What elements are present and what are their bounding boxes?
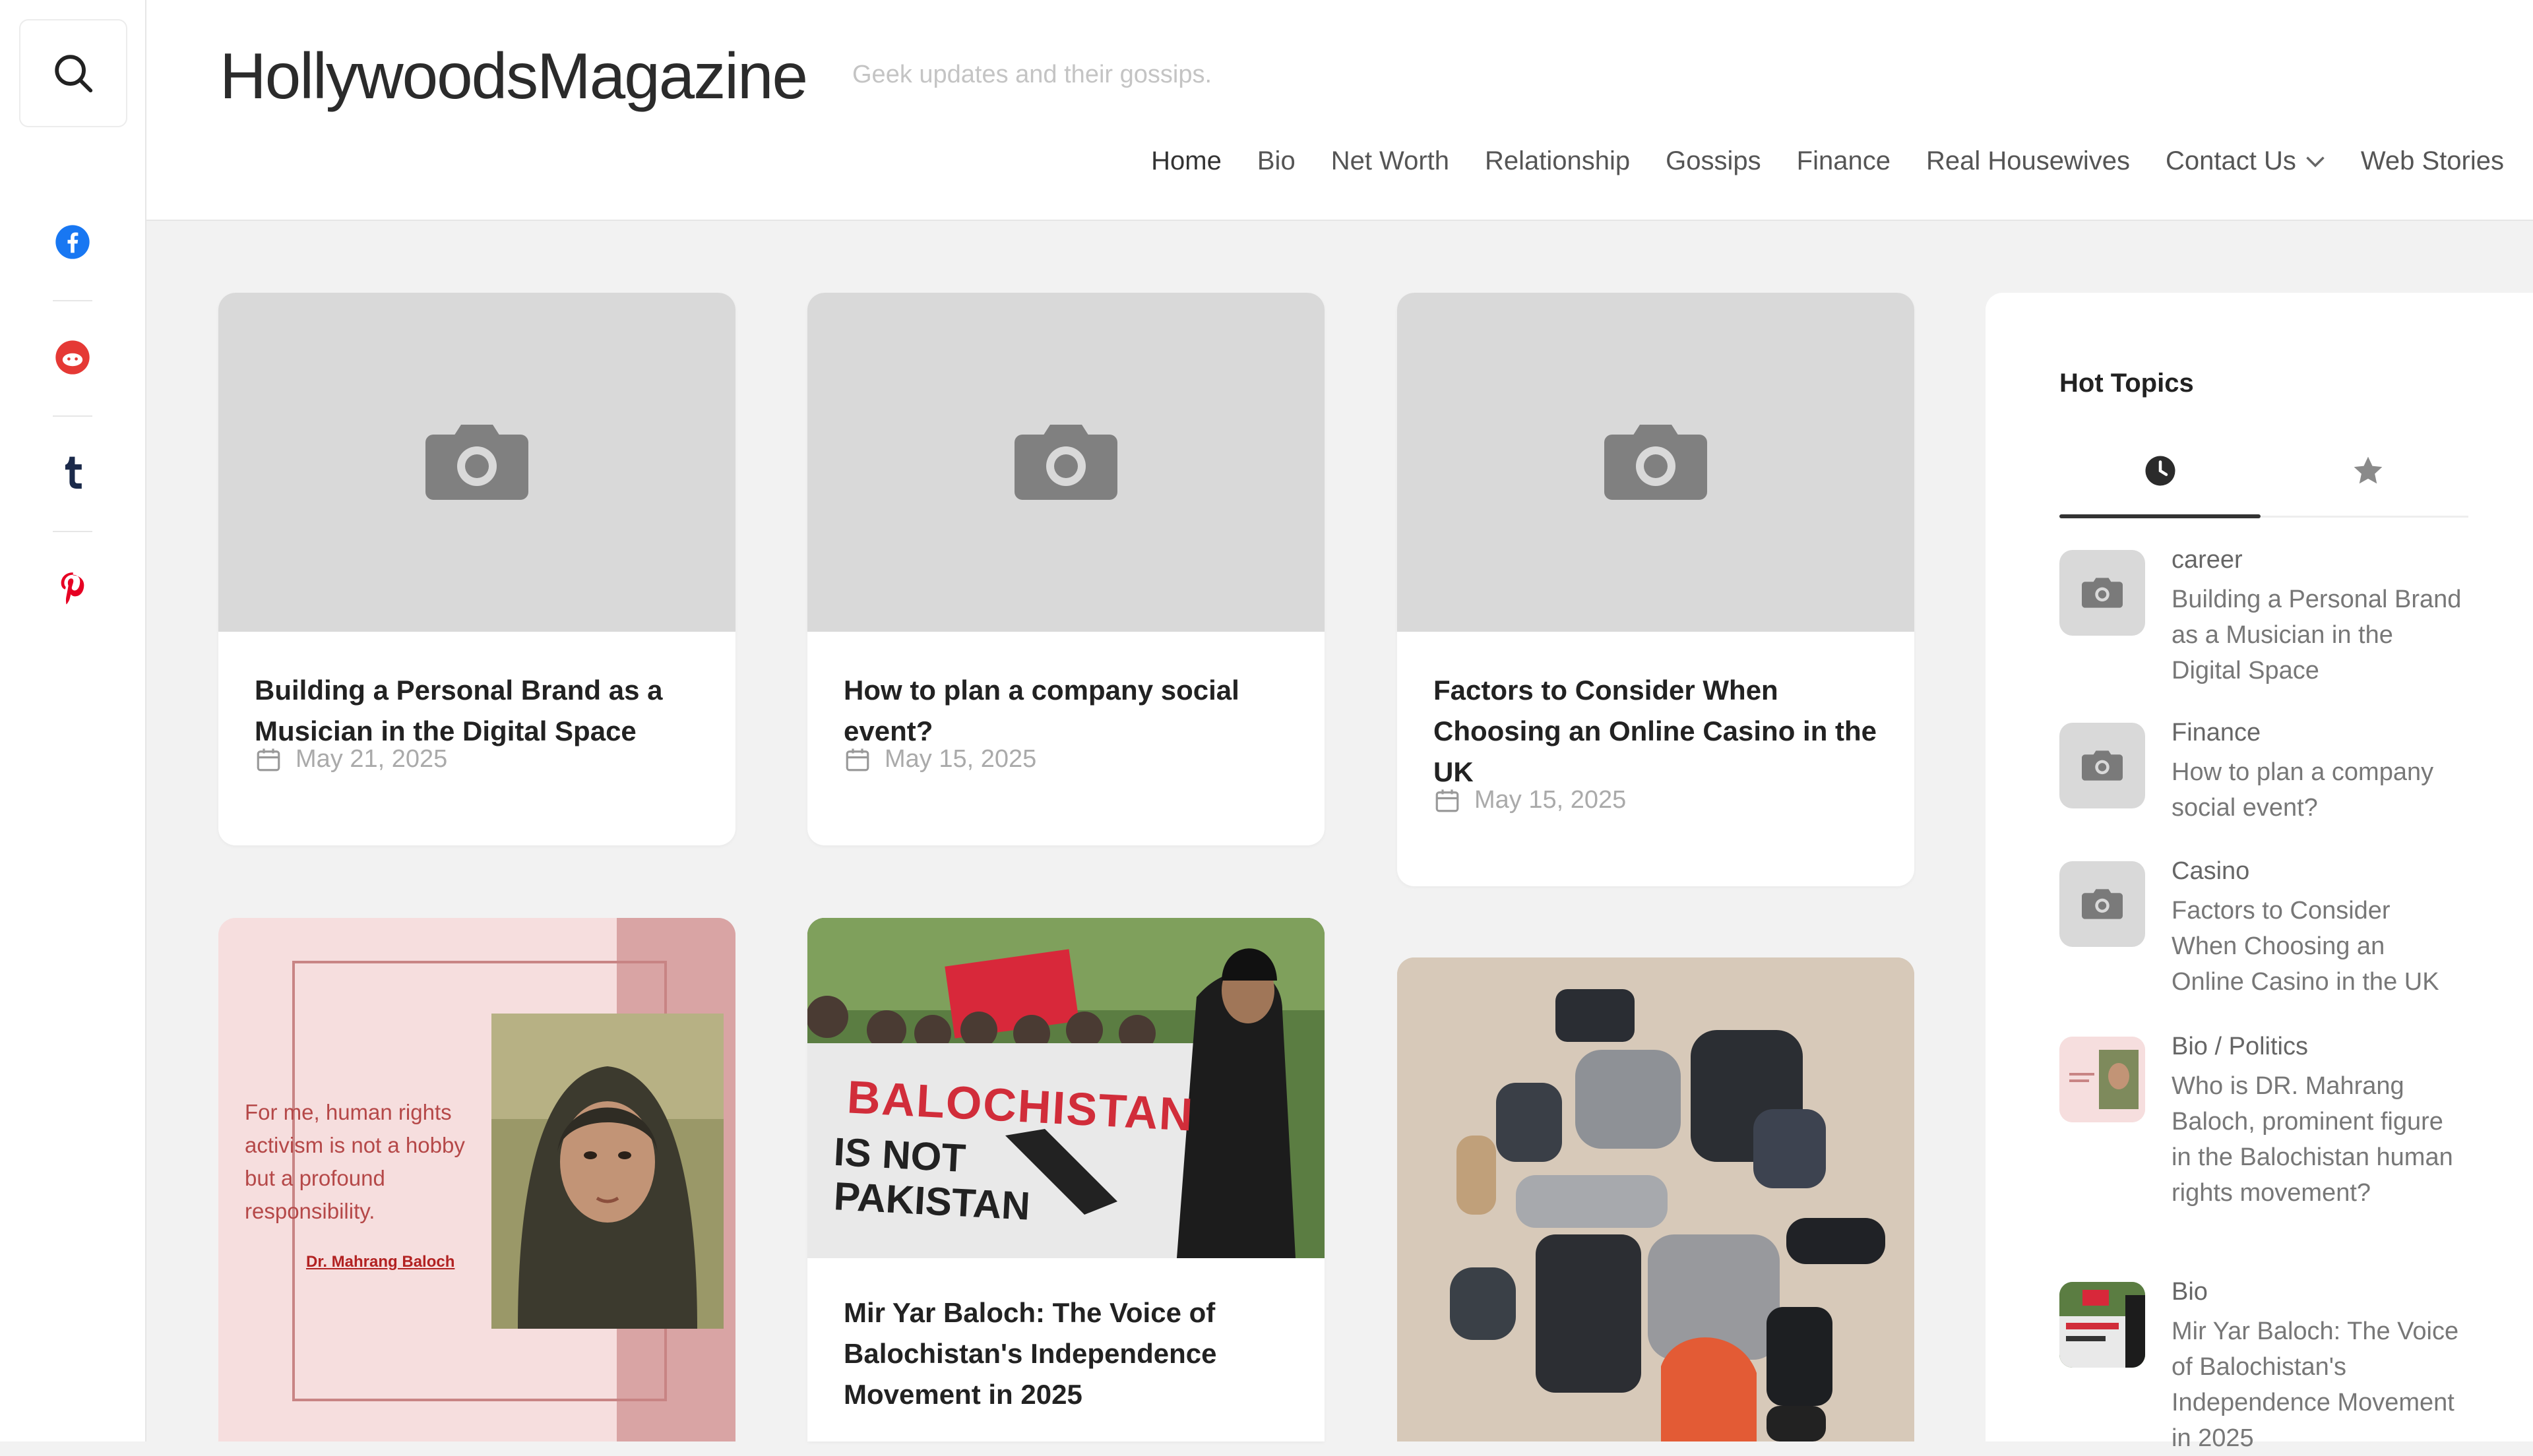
post-date-text: May 21, 2025 — [296, 745, 448, 773]
topic-category[interactable]: Bio / Politics — [2172, 1033, 2308, 1061]
camera-icon — [1604, 425, 1707, 500]
site-tagline: Geek updates and their gossips. — [852, 61, 1212, 88]
portrait-photo — [491, 1014, 724, 1329]
post-card[interactable]: How to plan a company social event? May … — [807, 293, 1325, 845]
nav-web-stories[interactable]: Web Stories — [2361, 146, 2504, 176]
topic-category[interactable]: Finance — [2172, 719, 2261, 747]
tab-recent[interactable] — [2059, 444, 2261, 497]
nav-finance[interactable]: Finance — [1797, 146, 1891, 176]
protest-thumbnail — [2059, 1282, 2145, 1368]
nav-home[interactable]: Home — [1151, 146, 1222, 176]
reddit-share-button[interactable] — [46, 331, 99, 384]
star-icon — [2354, 456, 2382, 484]
site-logo[interactable]: HollywoodsMagazine — [220, 40, 808, 112]
post-date: May 15, 2025 — [844, 745, 1036, 774]
search-icon — [55, 55, 93, 93]
post-date-text: May 15, 2025 — [885, 745, 1037, 773]
post-date: May 21, 2025 — [255, 745, 447, 774]
camera-icon — [2082, 578, 2123, 608]
camera-icon — [425, 425, 528, 500]
post-thumbnail-placeholder[interactable] — [807, 293, 1325, 632]
post-title[interactable]: How to plan a company social event? — [844, 670, 1288, 752]
quote-text: For me, human rights activism is not a h… — [245, 1100, 465, 1223]
tumblr-icon — [65, 456, 82, 489]
social-rail — [0, 0, 146, 1441]
divider — [53, 300, 92, 301]
topic-category[interactable]: Casino — [2172, 857, 2249, 886]
gear-flatlay-photo — [1397, 957, 1914, 1441]
topic-category[interactable]: career — [2172, 546, 2243, 574]
tab-active-indicator — [2059, 514, 2261, 518]
nav-net-worth[interactable]: Net Worth — [1331, 146, 1449, 176]
post-thumbnail-placeholder[interactable] — [218, 293, 735, 632]
clock-icon — [2145, 456, 2175, 486]
calendar-icon — [846, 748, 869, 771]
camera-icon — [2082, 750, 2123, 781]
post-image-quote[interactable]: For me, human rights activism is not a h… — [218, 918, 735, 1441]
post-date-text: May 15, 2025 — [1474, 786, 1627, 814]
tumblr-share-button[interactable] — [46, 447, 99, 500]
topic-thumbnail[interactable] — [2059, 1037, 2145, 1122]
topic-thumbnail[interactable] — [2059, 550, 2145, 636]
camera-icon — [2082, 889, 2123, 919]
sidebar-title: Hot Topics — [2059, 369, 2194, 398]
site-header: HollywoodsMagazine Geek updates and thei… — [146, 0, 2533, 221]
topic-thumbnail[interactable] — [2059, 723, 2145, 808]
post-title[interactable]: Mir Yar Baloch: The Voice of Balochistan… — [844, 1292, 1288, 1415]
topic-title[interactable]: Factors to Consider When Choosing an Onl… — [2172, 893, 2462, 1000]
camera-icon — [1015, 425, 1117, 500]
nav-real-housewives[interactable]: Real Housewives — [1926, 146, 2130, 176]
pinterest-icon — [61, 572, 84, 605]
topic-title[interactable]: Mir Yar Baloch: The Voice of Balochistan… — [2172, 1314, 2462, 1456]
quote-signature: Dr. Mahrang Baloch — [306, 1253, 455, 1271]
topic-title[interactable]: How to plan a company social event? — [2172, 754, 2462, 826]
post-title[interactable]: Building a Personal Brand as a Musician … — [255, 670, 699, 752]
topic-title[interactable]: Who is DR. Mahrang Baloch, prominent fig… — [2172, 1068, 2462, 1211]
post-card[interactable]: BALOCHISTAN IS NOT PAKISTAN Mir Yar Balo… — [807, 918, 1325, 1441]
nav-contact-us-label: Contact Us — [2166, 146, 2296, 175]
main-nav: Home Bio Net Worth Relationship Gossips … — [1115, 146, 2504, 176]
topic-thumbnail[interactable] — [2059, 1282, 2145, 1368]
divider — [53, 415, 92, 417]
post-card[interactable]: Factors to Consider When Choosing an Onl… — [1397, 293, 1914, 886]
pinterest-share-button[interactable] — [46, 562, 99, 615]
topic-title[interactable]: Building a Personal Brand as a Musician … — [2172, 582, 2462, 688]
post-image-protest[interactable]: BALOCHISTAN IS NOT PAKISTAN — [807, 918, 1325, 1258]
post-thumbnail-placeholder[interactable] — [1397, 293, 1914, 632]
calendar-icon — [1435, 789, 1459, 812]
topic-category[interactable]: Bio — [2172, 1278, 2208, 1306]
tab-popular[interactable] — [2267, 444, 2468, 497]
facebook-icon — [55, 225, 90, 259]
nav-bio[interactable]: Bio — [1257, 146, 1296, 176]
nav-gossips[interactable]: Gossips — [1666, 146, 1761, 176]
topic-thumbnail[interactable] — [2059, 861, 2145, 947]
hot-topics-sidebar: Hot Topics career Building a Personal Br… — [1986, 293, 2533, 1452]
nav-relationship[interactable]: Relationship — [1485, 146, 1630, 176]
post-image-gear[interactable] — [1397, 957, 1914, 1441]
banner-text-line-2: IS NOT — [832, 1129, 967, 1181]
calendar-icon — [257, 748, 280, 771]
portrait-thumbnail — [2059, 1037, 2145, 1122]
post-title[interactable]: Factors to Consider When Choosing an Onl… — [1433, 670, 1878, 793]
search-button[interactable] — [19, 19, 127, 127]
nav-contact-us[interactable]: Contact Us — [2166, 146, 2325, 176]
portrait-illustration — [491, 1014, 724, 1329]
reddit-icon — [55, 340, 90, 375]
post-date: May 15, 2025 — [1433, 786, 1626, 814]
post-card[interactable]: Building a Personal Brand as a Musician … — [218, 293, 735, 845]
divider — [53, 531, 92, 532]
facebook-share-button[interactable] — [46, 216, 99, 268]
chevron-down-icon — [2306, 156, 2325, 167]
